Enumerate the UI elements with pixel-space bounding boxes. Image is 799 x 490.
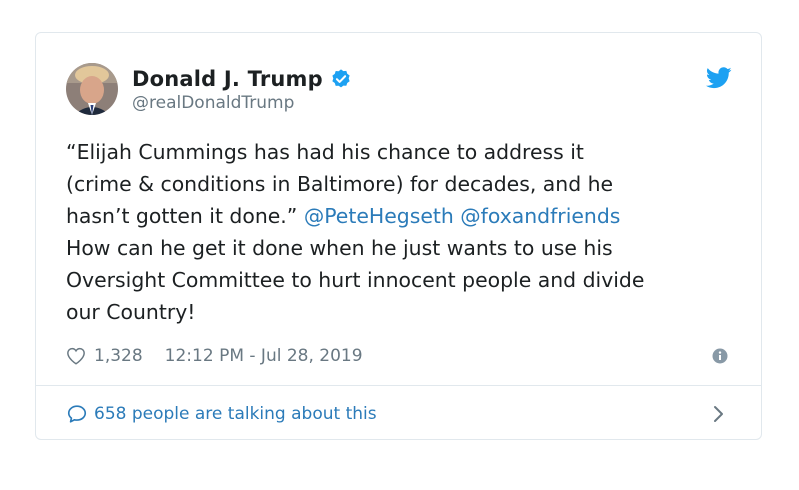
author-display-name[interactable]: Donald J. Trump [132,67,323,91]
talking-label[interactable]: 658 people are talking about this [94,404,377,424]
twitter-bird-icon[interactable] [705,67,732,89]
author-name-row[interactable]: Donald J. Trump [132,65,352,93]
avatar-image [66,63,118,115]
tweet-text: “Elijah Cummings has had his chance to a… [66,136,746,328]
divider [36,385,761,386]
chat-bubble-icon [66,403,88,425]
verified-badge-icon [330,68,352,90]
conversation-link[interactable]: 658 people are talking about this [66,401,377,427]
tweet-line: our Country! [66,300,196,324]
tweet-line: “Elijah Cummings has had his chance to a… [66,140,584,164]
info-icon[interactable] [712,348,728,364]
tweet-line: Oversight Committee to hurt innocent peo… [66,268,645,292]
tweet-meta-row: 1,328 12:12 PM - Jul 28, 2019 [66,344,363,368]
mention-link[interactable]: @foxandfriends [460,204,620,228]
tweet-line: hasn’t gotten it done.” [66,204,304,228]
avatar[interactable] [66,63,118,115]
heart-icon[interactable] [66,347,86,365]
tweet-line: How can he get it done when he just want… [66,236,613,260]
chevron-right-icon[interactable] [712,404,726,424]
author-handle[interactable]: @realDonaldTrump [132,93,294,113]
like-count[interactable]: 1,328 [94,346,143,366]
mention-link[interactable]: @PeteHegseth [304,204,454,228]
tweet-line: (crime & conditions in Baltimore) for de… [66,172,614,196]
tweet-timestamp[interactable]: 12:12 PM - Jul 28, 2019 [165,346,363,366]
tweet-card: Donald J. Trump @realDonaldTrump “Elijah… [35,32,762,440]
